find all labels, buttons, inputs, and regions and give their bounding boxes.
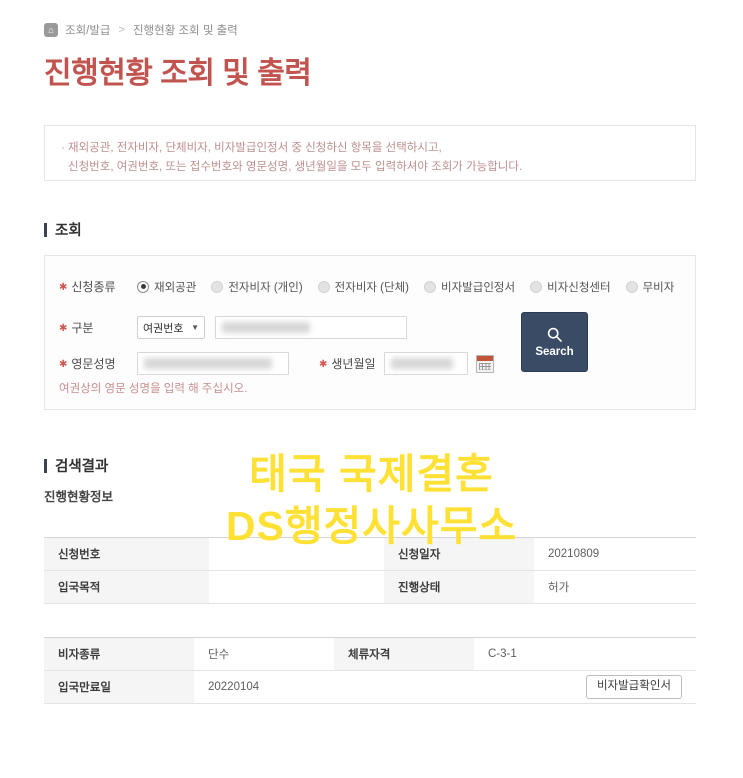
page-title: 진행현황 조회 및 출력	[44, 57, 312, 90]
gubun-row: ✱ 구분 여권번호 ▼	[59, 316, 407, 339]
chevron-right-icon: >	[118, 24, 125, 36]
breadcrumb-item-0[interactable]: 조회/발급	[65, 22, 111, 38]
cell-progress-status-label: 진행상태	[384, 570, 534, 604]
masked-value	[144, 358, 272, 369]
cell-application-number-label: 신청번호	[44, 537, 209, 571]
heading-accent-bar	[44, 458, 47, 473]
search-icon	[546, 326, 563, 343]
result-section-heading: 검색결과	[44, 455, 108, 476]
application-type-row: ✱ 신청종류 재외공관 전자비자 (개인) 전자비자 (단체) 비자발급인정서 비…	[59, 278, 679, 295]
result-subtitle: 진행현황정보	[44, 490, 114, 504]
radio-option-evisa-individual[interactable]: 전자비자 (개인)	[211, 279, 303, 295]
cell-entry-expiry-value: 20220104	[194, 670, 474, 704]
table-row: 신청번호 신청일자 20210809	[44, 537, 696, 571]
notice-box: 재외공관, 전자비자, 단체비자, 비자발급인정서 중 신청하신 항목을 선택하…	[44, 125, 696, 181]
radio-option-no-visa[interactable]: 무비자	[625, 279, 675, 295]
birth-date-input[interactable]	[383, 352, 468, 375]
radio-option-evisa-group[interactable]: 전자비자 (단체)	[317, 279, 410, 295]
chevron-down-icon: ▼	[191, 323, 199, 332]
radio-option-visa-issuance-certificate[interactable]: 비자발급인정서	[424, 279, 515, 295]
application-type-label: ✱ 신청종류	[59, 280, 116, 294]
cell-entry-expiry-label: 입국만료일	[44, 670, 194, 704]
masked-value	[222, 322, 310, 333]
search-section-heading-label: 조회	[55, 223, 82, 239]
cell-application-number-value	[209, 537, 384, 571]
visa-confirm-button-cell: 비자발급확인서	[474, 670, 696, 704]
gubun-select[interactable]: 여권번호 ▼	[137, 316, 205, 339]
cell-application-date-value: 20210809	[534, 537, 696, 571]
required-mark: ✱	[59, 282, 68, 293]
cell-stay-qualification-value: C-3-1	[474, 637, 696, 671]
radio-icon	[137, 280, 149, 293]
radio-icon	[317, 280, 330, 293]
table-row: 비자종류 단수 체류자격 C-3-1	[44, 637, 696, 671]
visa-table: 비자종류 단수 체류자격 C-3-1 입국만료일 20220104 비자발급확인…	[44, 637, 696, 704]
required-mark: ✱	[59, 323, 68, 334]
breadcrumb: ⌂ 조회/발급 > 진행현황 조회 및 출력	[44, 22, 238, 38]
required-mark: ✱	[59, 359, 68, 370]
name-dob-row: ✱ 영문성명 ✱ 생년월일	[59, 352, 494, 375]
table-row: 입국만료일 20220104 비자발급확인서	[44, 670, 696, 704]
radio-label: 비자발급인정서	[441, 281, 516, 294]
cell-application-date-label: 신청일자	[384, 537, 534, 571]
cell-entry-purpose-value	[209, 570, 384, 604]
english-name-helper-text: 여권상의 영문 성명을 입력 해 주십시오.	[59, 383, 248, 395]
status-table: 신청번호 신청일자 20210809 입국목적 진행상태 허가	[44, 537, 696, 604]
heading-accent-bar	[44, 222, 47, 237]
search-panel: ✱ 신청종류 재외공관 전자비자 (개인) 전자비자 (단체) 비자발급인정서 비…	[44, 255, 696, 410]
radio-label: 무비자	[642, 281, 675, 294]
table-row: 입국목적 진행상태 허가	[44, 570, 696, 604]
gubun-label: ✱ 구분	[59, 321, 94, 335]
radio-label: 비자신청센터	[547, 281, 611, 294]
radio-label: 전자비자 (단체)	[334, 281, 410, 294]
gubun-select-value: 여권번호	[143, 322, 184, 335]
result-section-heading-label: 검색결과	[55, 459, 109, 475]
birth-date-label: ✱ 생년월일	[319, 357, 376, 371]
cell-stay-qualification-label: 체류자격	[334, 637, 474, 671]
english-name-input[interactable]	[137, 352, 289, 375]
masked-value	[390, 358, 453, 369]
radio-label: 재외공관	[154, 281, 197, 294]
radio-icon	[625, 280, 638, 293]
radio-icon	[211, 280, 224, 293]
search-button-label: Search	[535, 346, 574, 358]
cell-visa-type-label: 비자종류	[44, 637, 194, 671]
notice-line-2: 신청번호, 여권번호, 또는 접수번호와 영문성명, 생년월일을 모두 입력하셔…	[68, 161, 523, 173]
visa-issuance-confirm-button[interactable]: 비자발급확인서	[585, 675, 682, 699]
birth-date-group: ✱ 생년월일	[319, 352, 494, 375]
radio-icon	[530, 280, 543, 293]
required-mark: ✱	[319, 359, 328, 370]
radio-option-visa-application-center[interactable]: 비자신청센터	[530, 279, 611, 295]
home-icon[interactable]: ⌂	[44, 23, 58, 37]
radio-label: 전자비자 (개인)	[228, 281, 303, 294]
breadcrumb-item-1[interactable]: 진행현황 조회 및 출력	[133, 22, 238, 38]
english-name-label: ✱ 영문성명	[59, 357, 116, 371]
cell-visa-type-value: 단수	[194, 637, 334, 671]
search-button[interactable]: Search	[521, 312, 588, 372]
page-root: ⌂ 조회/발급 > 진행현황 조회 및 출력 진행현황 조회 및 출력 재외공관…	[0, 0, 743, 778]
radio-icon	[424, 280, 437, 293]
radio-option-jaeoegonggwan[interactable]: 재외공관	[137, 279, 196, 295]
notice-line-1: 재외공관, 전자비자, 단체비자, 비자발급인정서 중 신청하신 항목을 선택하…	[61, 139, 679, 158]
document-number-input[interactable]	[215, 316, 407, 339]
calendar-icon[interactable]	[475, 354, 494, 373]
cell-progress-status-value: 허가	[534, 570, 696, 604]
cell-entry-purpose-label: 입국목적	[44, 570, 209, 604]
search-section-heading: 조회	[44, 219, 82, 240]
